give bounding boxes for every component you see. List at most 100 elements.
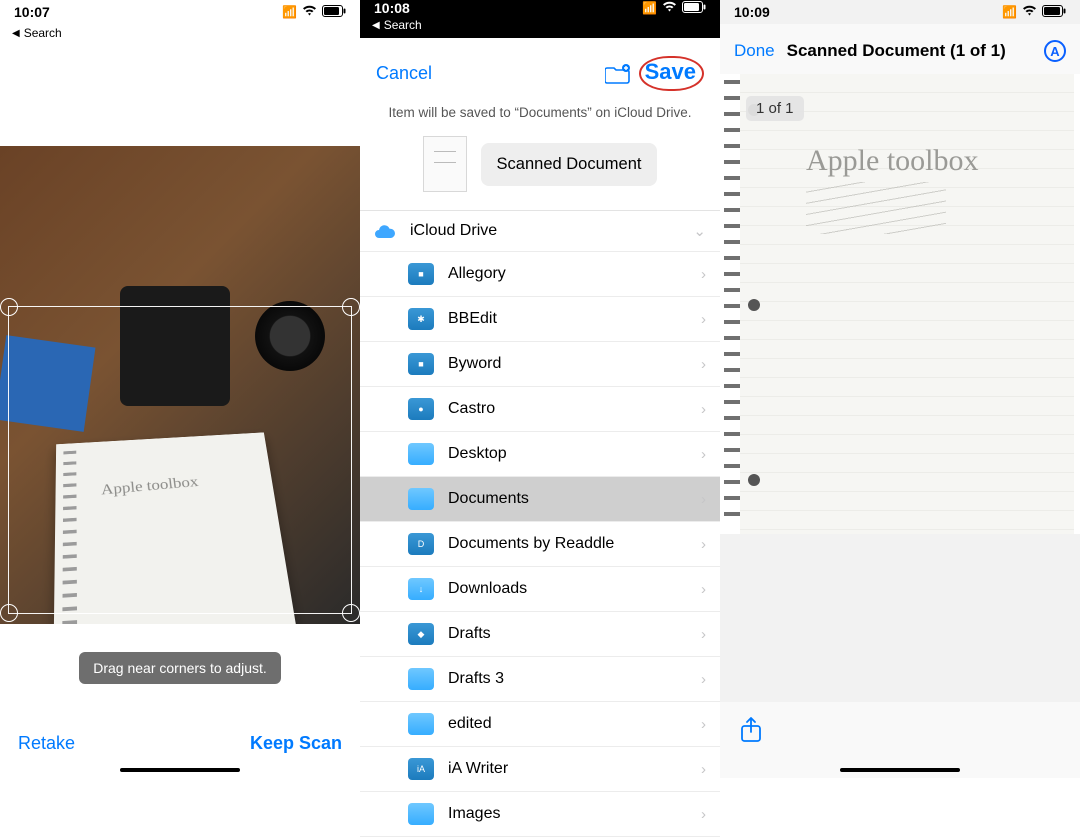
folder-icon bbox=[408, 668, 434, 690]
battery-icon bbox=[322, 5, 346, 20]
save-sheet: Cancel Save Item will be saved to “Docum… bbox=[360, 38, 720, 837]
folder-label: Byword bbox=[448, 355, 501, 373]
save-sheet-header: Cancel Save bbox=[360, 38, 720, 101]
folder-icon: ◆ bbox=[408, 623, 434, 645]
folder-row[interactable]: ■ Byword › bbox=[360, 342, 720, 387]
folder-row[interactable]: Drafts 3 › bbox=[360, 657, 720, 702]
chevron-right-icon: › bbox=[701, 491, 706, 508]
status-icons: 📶 bbox=[1002, 5, 1066, 20]
chevron-right-icon: › bbox=[701, 446, 706, 463]
chevron-right-icon: › bbox=[701, 581, 706, 598]
crop-handle-bottom-right[interactable] bbox=[342, 604, 360, 622]
folder-icon: iA bbox=[408, 758, 434, 780]
folder-icon: ✱ bbox=[408, 308, 434, 330]
scan-page-view[interactable]: 1 of 1 Apple toolbox bbox=[720, 74, 1080, 534]
cellular-icon: 📶 bbox=[282, 5, 297, 19]
location-root-icloud[interactable]: iCloud Drive ⌄ bbox=[360, 211, 720, 252]
folder-label: Allegory bbox=[448, 265, 506, 283]
folder-icon: ■ bbox=[408, 353, 434, 375]
folder-row[interactable]: DDocuments by Readdle› bbox=[360, 522, 720, 567]
folder-label: Castro bbox=[448, 400, 495, 418]
back-to-search[interactable]: ◀ Search bbox=[0, 24, 360, 46]
folder-label: Images bbox=[448, 805, 500, 823]
wifi-icon bbox=[662, 1, 677, 15]
folder-icon: ● bbox=[408, 398, 434, 420]
screen-scan-result: 10:09 📶 Done Scanned Document (1 of 1) A… bbox=[720, 0, 1080, 778]
folder-icon: D bbox=[408, 533, 434, 555]
cancel-button[interactable]: Cancel bbox=[376, 63, 432, 84]
folder-row[interactable]: ■Allegory› bbox=[360, 252, 720, 297]
markup-icon[interactable]: A bbox=[1044, 40, 1066, 62]
battery-icon bbox=[682, 1, 706, 16]
home-indicator[interactable] bbox=[840, 768, 960, 772]
chevron-right-icon: › bbox=[701, 536, 706, 553]
folder-icon bbox=[408, 488, 434, 510]
folder-row[interactable]: iAiA Writer› bbox=[360, 747, 720, 792]
save-doc-row: Scanned Document bbox=[360, 132, 720, 210]
folder-icon bbox=[408, 803, 434, 825]
crop-handle-top-right[interactable] bbox=[342, 298, 360, 316]
chevron-right-icon: › bbox=[701, 716, 706, 733]
back-to-search[interactable]: ◀ Search bbox=[360, 16, 720, 38]
folder-icon bbox=[408, 713, 434, 735]
chevron-right-icon: › bbox=[701, 356, 706, 373]
folder-row[interactable]: ◆Drafts› bbox=[360, 612, 720, 657]
cellular-icon: 📶 bbox=[642, 1, 657, 15]
back-label: Search bbox=[384, 18, 422, 32]
scan-navbar: Done Scanned Document (1 of 1) A bbox=[720, 24, 1080, 74]
folder-label: Drafts 3 bbox=[448, 670, 504, 688]
status-time: 10:08 bbox=[374, 0, 410, 16]
folder-row[interactable]: Documents › bbox=[360, 477, 720, 522]
folder-label: Desktop bbox=[448, 445, 507, 463]
status-icons: 📶 bbox=[282, 5, 346, 20]
document-name-field[interactable]: Scanned Document bbox=[481, 143, 658, 186]
chevron-right-icon: › bbox=[701, 626, 706, 643]
folder-row[interactable]: ↓ Downloads › bbox=[360, 567, 720, 612]
folder-label: Downloads bbox=[448, 580, 527, 598]
notebook-spiral bbox=[724, 80, 740, 528]
document-thumbnail bbox=[423, 136, 467, 192]
notebook-paper bbox=[740, 74, 1074, 534]
folder-row[interactable]: Desktop › bbox=[360, 432, 720, 477]
handwriting-text: Apple toolbox bbox=[806, 144, 979, 234]
screen-scan-crop: 10:07 📶 ◀ Search Apple toolbox Drag bbox=[0, 0, 360, 778]
folder-label: edited bbox=[448, 715, 492, 733]
folder-label: BBEdit bbox=[448, 310, 497, 328]
done-button[interactable]: Done bbox=[734, 41, 775, 61]
folder-label: Documents bbox=[448, 490, 529, 508]
crop-rectangle[interactable] bbox=[8, 306, 352, 614]
save-subtitle: Item will be saved to “Documents” on iCl… bbox=[360, 101, 720, 132]
folder-list[interactable]: iCloud Drive ⌄ ■ Allegory › ✱ BBEdit › ■ Byword… bbox=[360, 210, 720, 837]
retake-button[interactable]: Retake bbox=[18, 733, 75, 754]
home-indicator[interactable] bbox=[120, 768, 240, 772]
crop-handle-bottom-left[interactable] bbox=[0, 604, 18, 622]
back-caret-icon: ◀ bbox=[372, 20, 380, 31]
page-count-badge: 1 of 1 bbox=[746, 96, 804, 121]
scan-toolbar bbox=[720, 702, 1080, 778]
folder-row[interactable]: Images › bbox=[360, 792, 720, 837]
folder-row[interactable]: ✱BBEdit› bbox=[360, 297, 720, 342]
wifi-icon bbox=[302, 5, 317, 19]
battery-icon bbox=[1042, 5, 1066, 20]
folder-icon: ↓ bbox=[408, 578, 434, 600]
location-root-label: iCloud Drive bbox=[410, 222, 497, 240]
save-button[interactable]: Save bbox=[639, 56, 704, 91]
crop-handle-top-left[interactable] bbox=[0, 298, 18, 316]
scan-preview: Apple toolbox bbox=[0, 146, 360, 624]
chevron-right-icon: › bbox=[701, 806, 706, 823]
new-folder-icon[interactable] bbox=[605, 63, 631, 85]
folder-row[interactable]: edited › bbox=[360, 702, 720, 747]
scribble-icon bbox=[806, 182, 946, 234]
keep-scan-button[interactable]: Keep Scan bbox=[250, 733, 342, 754]
chevron-right-icon: › bbox=[701, 401, 706, 418]
icloud-icon bbox=[374, 223, 396, 239]
status-time: 10:07 bbox=[14, 4, 50, 20]
hole-icon bbox=[748, 474, 760, 486]
chevron-right-icon: › bbox=[701, 671, 706, 688]
share-icon[interactable] bbox=[740, 717, 762, 750]
folder-icon bbox=[408, 443, 434, 465]
status-bar: 10:08 📶 bbox=[360, 0, 720, 16]
folder-icon: ■ bbox=[408, 263, 434, 285]
status-time: 10:09 bbox=[734, 4, 770, 20]
folder-row[interactable]: ● Castro › bbox=[360, 387, 720, 432]
